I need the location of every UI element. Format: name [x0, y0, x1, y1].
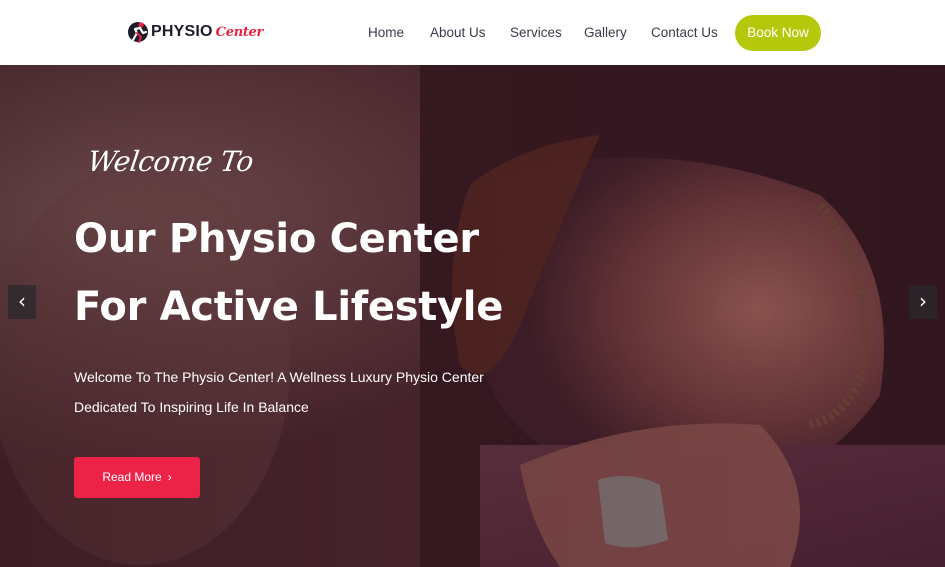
- hero-welcome-text: Welcome To: [85, 145, 256, 178]
- read-more-label: Read More: [102, 470, 162, 484]
- nav-about-us[interactable]: About Us: [430, 22, 486, 44]
- chevron-left-icon: ‹: [18, 289, 26, 313]
- read-more-button[interactable]: Read More ›: [74, 457, 200, 498]
- nav-contact-us[interactable]: Contact Us: [651, 22, 718, 44]
- hero-description-line-1: Welcome To The Physio Center! A Wellness…: [74, 369, 484, 385]
- nav-home[interactable]: Home: [368, 22, 404, 44]
- book-now-button[interactable]: Book Now: [735, 15, 821, 51]
- nav-gallery[interactable]: Gallery: [584, 22, 627, 44]
- slider-next-button[interactable]: ›: [909, 285, 937, 319]
- hero-title-line-2: For Active Lifestyle: [74, 284, 504, 330]
- hero-slider: Welcome To Our Physio Center For Active …: [0, 65, 945, 567]
- site-header: PHYSIO Center Home About Us Services Gal…: [0, 0, 945, 65]
- hero-title: Our Physio Center For Active Lifestyle: [74, 205, 503, 341]
- logo-runner-icon: [128, 22, 148, 43]
- nav-services[interactable]: Services: [510, 22, 562, 44]
- logo-script-text: Center: [215, 24, 264, 40]
- hero-description: Welcome To The Physio Center! A Wellness…: [74, 362, 484, 422]
- logo-wordmark: PHYSIO: [151, 23, 213, 40]
- slider-prev-button[interactable]: ‹: [8, 285, 36, 319]
- hero-title-line-1: Our Physio Center: [74, 216, 479, 262]
- chevron-right-icon: ›: [167, 470, 172, 484]
- hero-description-line-2: Dedicated To Inspiring Life In Balance: [74, 399, 309, 415]
- chevron-right-icon: ›: [919, 289, 927, 313]
- logo[interactable]: PHYSIO Center: [127, 18, 263, 46]
